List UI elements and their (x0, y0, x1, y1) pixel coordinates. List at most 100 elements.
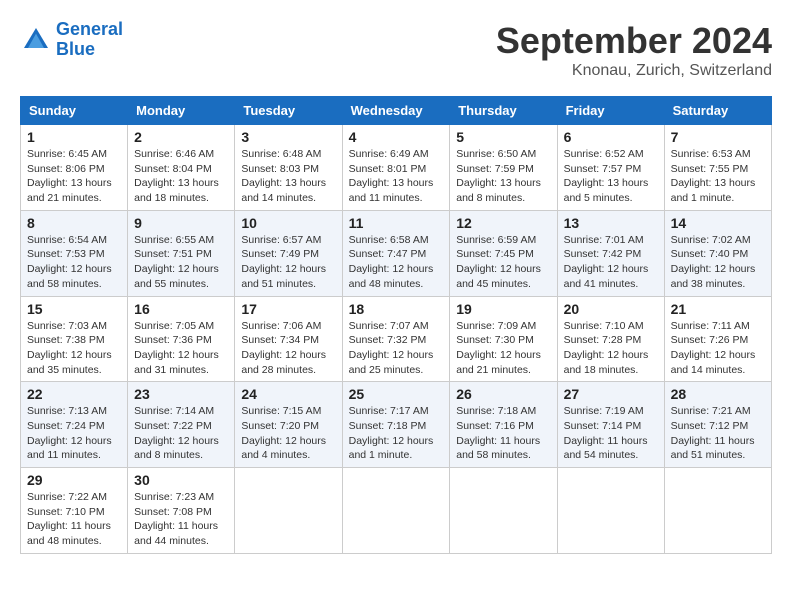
day-number: 18 (349, 301, 444, 317)
month-title: September 2024 (496, 20, 772, 62)
calendar-cell (450, 468, 557, 554)
day-info: Sunrise: 6:53 AMSunset: 7:55 PMDaylight:… (671, 147, 765, 206)
day-info: Sunrise: 7:10 AMSunset: 7:28 PMDaylight:… (564, 319, 658, 378)
day-number: 27 (564, 386, 658, 402)
day-info: Sunrise: 6:45 AMSunset: 8:06 PMDaylight:… (27, 147, 121, 206)
day-number: 1 (27, 129, 121, 145)
day-number: 10 (241, 215, 335, 231)
calendar-cell (235, 468, 342, 554)
day-number: 3 (241, 129, 335, 145)
day-number: 22 (27, 386, 121, 402)
day-info: Sunrise: 7:17 AMSunset: 7:18 PMDaylight:… (349, 404, 444, 463)
calendar-week-row: 15 Sunrise: 7:03 AMSunset: 7:38 PMDayligh… (21, 296, 772, 382)
day-number: 14 (671, 215, 765, 231)
calendar-cell: 21 Sunrise: 7:11 AMSunset: 7:26 PMDayligh… (664, 296, 771, 382)
day-number: 23 (134, 386, 228, 402)
calendar-cell: 7 Sunrise: 6:53 AMSunset: 7:55 PMDaylight… (664, 125, 771, 211)
day-info: Sunrise: 7:15 AMSunset: 7:20 PMDaylight:… (241, 404, 335, 463)
day-info: Sunrise: 6:55 AMSunset: 7:51 PMDaylight:… (134, 233, 228, 292)
weekday-header-friday: Friday (557, 97, 664, 125)
day-info: Sunrise: 7:07 AMSunset: 7:32 PMDaylight:… (349, 319, 444, 378)
day-number: 2 (134, 129, 228, 145)
day-info: Sunrise: 7:01 AMSunset: 7:42 PMDaylight:… (564, 233, 658, 292)
day-info: Sunrise: 6:50 AMSunset: 7:59 PMDaylight:… (456, 147, 550, 206)
calendar-cell: 1 Sunrise: 6:45 AMSunset: 8:06 PMDaylight… (21, 125, 128, 211)
calendar-cell: 19Sunrise: 7:09 AMSunset: 7:30 PMDayligh… (450, 296, 557, 382)
logo-text-general: General (56, 19, 123, 39)
calendar-cell: 26 Sunrise: 7:18 AMSunset: 7:16 PMDayligh… (450, 382, 557, 468)
day-number: 13 (564, 215, 658, 231)
weekday-header-monday: Monday (128, 97, 235, 125)
day-number: 12 (456, 215, 550, 231)
calendar-cell: 18 Sunrise: 7:07 AMSunset: 7:32 PMDayligh… (342, 296, 450, 382)
calendar-cell: 15 Sunrise: 7:03 AMSunset: 7:38 PMDayligh… (21, 296, 128, 382)
calendar-cell: 27 Sunrise: 7:19 AMSunset: 7:14 PMDayligh… (557, 382, 664, 468)
weekday-header-wednesday: Wednesday (342, 97, 450, 125)
day-info: Sunrise: 6:58 AMSunset: 7:47 PMDaylight:… (349, 233, 444, 292)
calendar-cell: 4 Sunrise: 6:49 AMSunset: 8:01 PMDaylight… (342, 125, 450, 211)
calendar-cell: 11 Sunrise: 6:58 AMSunset: 7:47 PMDayligh… (342, 210, 450, 296)
day-info: Sunrise: 7:14 AMSunset: 7:22 PMDaylight:… (134, 404, 228, 463)
location: Knonau, Zurich, Switzerland (496, 62, 772, 80)
calendar-cell: 20 Sunrise: 7:10 AMSunset: 7:28 PMDayligh… (557, 296, 664, 382)
day-number: 26 (456, 386, 550, 402)
day-number: 15 (27, 301, 121, 317)
calendar-table: SundayMondayTuesdayWednesdayThursdayFrid… (20, 96, 772, 554)
day-number: 9 (134, 215, 228, 231)
calendar-cell: 3 Sunrise: 6:48 AMSunset: 8:03 PMDaylight… (235, 125, 342, 211)
day-info: Sunrise: 7:19 AMSunset: 7:14 PMDaylight:… (564, 404, 658, 463)
day-number: 30 (134, 472, 228, 488)
day-number: 24 (241, 386, 335, 402)
day-number: 28 (671, 386, 765, 402)
page-header: General Blue September 2024 Knonau, Zuri… (20, 20, 772, 80)
day-number: 11 (349, 215, 444, 231)
calendar-cell: 9 Sunrise: 6:55 AMSunset: 7:51 PMDaylight… (128, 210, 235, 296)
day-info: Sunrise: 7:11 AMSunset: 7:26 PMDaylight:… (671, 319, 765, 378)
day-number: 20 (564, 301, 658, 317)
day-info: Sunrise: 7:03 AMSunset: 7:38 PMDaylight:… (27, 319, 121, 378)
calendar-cell: 14Sunrise: 7:02 AMSunset: 7:40 PMDayligh… (664, 210, 771, 296)
weekday-header-saturday: Saturday (664, 97, 771, 125)
day-number: 21 (671, 301, 765, 317)
calendar-cell: 6 Sunrise: 6:52 AMSunset: 7:57 PMDaylight… (557, 125, 664, 211)
day-info: Sunrise: 6:48 AMSunset: 8:03 PMDaylight:… (241, 147, 335, 206)
day-number: 7 (671, 129, 765, 145)
day-number: 8 (27, 215, 121, 231)
day-number: 4 (349, 129, 444, 145)
calendar-cell: 30Sunrise: 7:23 AMSunset: 7:08 PMDayligh… (128, 468, 235, 554)
calendar-cell: 24 Sunrise: 7:15 AMSunset: 7:20 PMDayligh… (235, 382, 342, 468)
day-info: Sunrise: 7:18 AMSunset: 7:16 PMDaylight:… (456, 404, 550, 463)
logo: General Blue (20, 20, 123, 60)
day-info: Sunrise: 6:57 AMSunset: 7:49 PMDaylight:… (241, 233, 335, 292)
day-info: Sunrise: 6:52 AMSunset: 7:57 PMDaylight:… (564, 147, 658, 206)
calendar-cell: 17Sunrise: 7:06 AMSunset: 7:34 PMDayligh… (235, 296, 342, 382)
day-number: 5 (456, 129, 550, 145)
day-info: Sunrise: 6:49 AMSunset: 8:01 PMDaylight:… (349, 147, 444, 206)
day-number: 16 (134, 301, 228, 317)
calendar-cell: 25 Sunrise: 7:17 AMSunset: 7:18 PMDayligh… (342, 382, 450, 468)
calendar-week-row: 22 Sunrise: 7:13 AMSunset: 7:24 PMDayligh… (21, 382, 772, 468)
calendar-cell: 28 Sunrise: 7:21 AMSunset: 7:12 PMDayligh… (664, 382, 771, 468)
calendar-cell: 16 Sunrise: 7:05 AMSunset: 7:36 PMDayligh… (128, 296, 235, 382)
day-info: Sunrise: 7:13 AMSunset: 7:24 PMDaylight:… (27, 404, 121, 463)
day-number: 25 (349, 386, 444, 402)
calendar-cell (557, 468, 664, 554)
calendar-cell: 22 Sunrise: 7:13 AMSunset: 7:24 PMDayligh… (21, 382, 128, 468)
calendar-week-row: 1 Sunrise: 6:45 AMSunset: 8:06 PMDaylight… (21, 125, 772, 211)
day-info: Sunrise: 6:46 AMSunset: 8:04 PMDaylight:… (134, 147, 228, 206)
day-info: Sunrise: 7:21 AMSunset: 7:12 PMDaylight:… (671, 404, 765, 463)
day-number: 6 (564, 129, 658, 145)
day-info: Sunrise: 7:06 AMSunset: 7:34 PMDaylight:… (241, 319, 335, 378)
calendar-cell: 12 Sunrise: 6:59 AMSunset: 7:45 PMDayligh… (450, 210, 557, 296)
calendar-cell: 10 Sunrise: 6:57 AMSunset: 7:49 PMDayligh… (235, 210, 342, 296)
day-info: Sunrise: 6:59 AMSunset: 7:45 PMDaylight:… (456, 233, 550, 292)
calendar-cell: 13 Sunrise: 7:01 AMSunset: 7:42 PMDayligh… (557, 210, 664, 296)
day-info: Sunrise: 7:05 AMSunset: 7:36 PMDaylight:… (134, 319, 228, 378)
calendar-cell: 29Sunrise: 7:22 AMSunset: 7:10 PMDayligh… (21, 468, 128, 554)
calendar-cell (664, 468, 771, 554)
weekday-header-sunday: Sunday (21, 97, 128, 125)
title-block: September 2024 Knonau, Zurich, Switzerla… (496, 20, 772, 80)
calendar-cell: 2 Sunrise: 6:46 AMSunset: 8:04 PMDaylight… (128, 125, 235, 211)
calendar-cell: 23 Sunrise: 7:14 AMSunset: 7:22 PMDayligh… (128, 382, 235, 468)
day-info: Sunrise: 7:09 AMSunset: 7:30 PMDaylight:… (456, 319, 550, 378)
